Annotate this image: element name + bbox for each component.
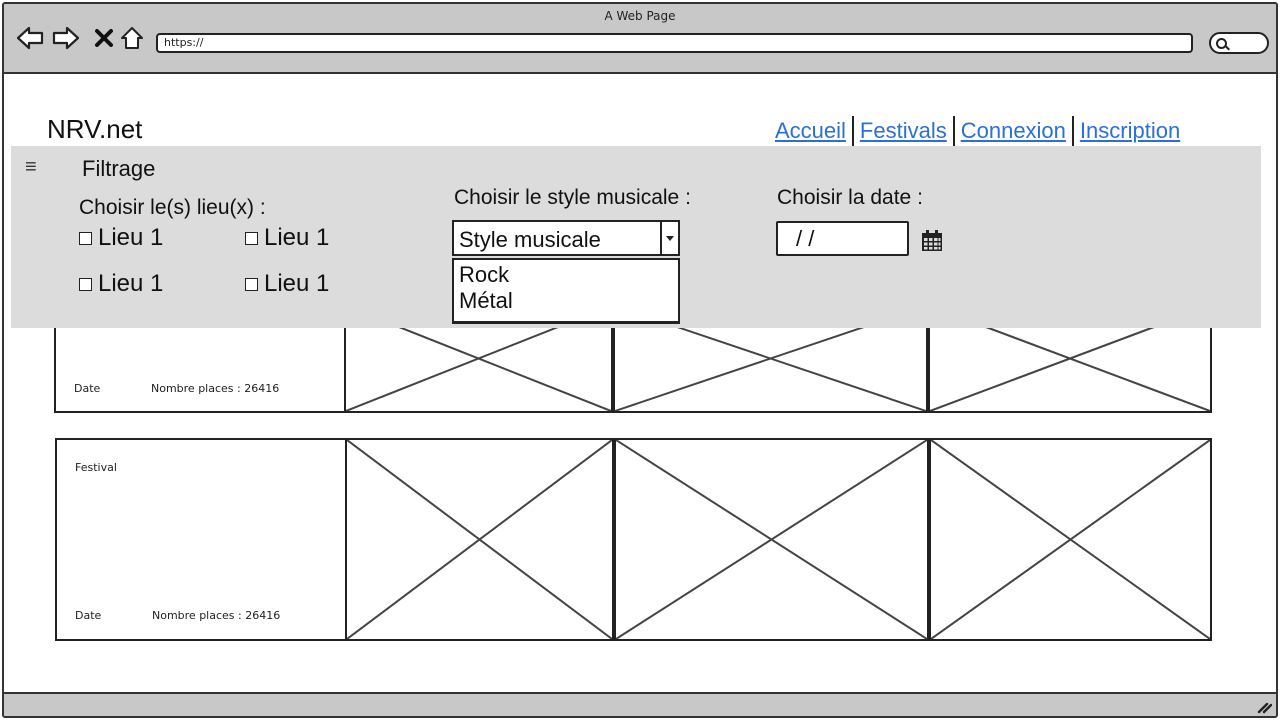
- checkbox-icon[interactable]: [79, 231, 92, 245]
- lieu-label: Lieu 1: [98, 224, 164, 251]
- style-option-metal[interactable]: Métal: [454, 288, 678, 314]
- hamburger-menu-icon[interactable]: ≡: [25, 156, 37, 179]
- image-placeholder: [345, 438, 614, 641]
- chevron-down-icon[interactable]: [660, 222, 678, 254]
- date-label: Choisir la date :: [777, 186, 923, 209]
- nav-separator: [851, 116, 854, 146]
- browser-titlebar: A Web Page https://: [4, 4, 1276, 74]
- lieu-checkbox[interactable]: Lieu 1: [79, 224, 163, 252]
- address-bar[interactable]: https://: [156, 33, 1193, 53]
- stop-button[interactable]: [90, 24, 118, 52]
- home-button[interactable]: [118, 24, 146, 52]
- lieu-label: Lieu 1: [264, 270, 330, 297]
- browser-window: A Web Page https:// NRV.net Accueil Fest…: [2, 2, 1278, 718]
- search-field[interactable]: [1209, 32, 1269, 54]
- forward-button[interactable]: [52, 24, 80, 52]
- lieu-checkbox[interactable]: Lieu 1: [245, 224, 329, 252]
- style-select[interactable]: Style musicale: [452, 220, 680, 256]
- nav-separator: [952, 116, 955, 146]
- nav-link-accueil[interactable]: Accueil: [771, 118, 850, 144]
- nav-link-festivals[interactable]: Festivals: [856, 118, 951, 144]
- window-title: A Web Page: [604, 9, 676, 23]
- lieu-label: Lieu 1: [264, 224, 330, 251]
- nav-link-connexion[interactable]: Connexion: [957, 118, 1070, 144]
- resize-grip-icon[interactable]: [1256, 700, 1272, 714]
- festival-places: Nombre places : 26416: [151, 382, 280, 395]
- filter-panel: ≡ Filtrage Choisir le(s) lieu(x) : Lieu …: [11, 146, 1261, 328]
- festival-card[interactable]: Festival Date Nombre places : 26416: [55, 438, 347, 641]
- festival-date: Date: [75, 609, 102, 622]
- arrow-left-icon: [16, 26, 44, 50]
- date-input[interactable]: / /: [776, 221, 909, 256]
- home-icon: [121, 27, 143, 49]
- image-placeholder: [929, 438, 1212, 641]
- lieu-checkbox[interactable]: Lieu 1: [79, 270, 163, 298]
- style-option-rock[interactable]: Rock: [454, 262, 678, 288]
- search-icon: [1216, 38, 1227, 49]
- style-dropdown-list: Rock Métal: [452, 258, 680, 324]
- lieux-label: Choisir le(s) lieu(x) :: [79, 196, 266, 219]
- top-navigation: Accueil Festivals Connexion Inscription: [771, 116, 1184, 146]
- style-label: Choisir le style musicale :: [454, 186, 691, 209]
- filter-title: Filtrage: [82, 156, 156, 181]
- lieu-checkbox[interactable]: Lieu 1: [245, 270, 329, 298]
- image-placeholder: [614, 438, 929, 641]
- nav-separator: [1071, 116, 1074, 146]
- back-button[interactable]: [16, 24, 44, 52]
- checkbox-icon[interactable]: [245, 277, 258, 291]
- close-icon: [95, 29, 113, 47]
- festival-title: Festival: [75, 461, 117, 474]
- checkbox-icon[interactable]: [79, 277, 92, 291]
- style-select-value: Style musicale: [459, 227, 601, 252]
- arrow-right-icon: [52, 26, 80, 50]
- calendar-icon[interactable]: [921, 230, 943, 252]
- festival-date: Date: [74, 382, 101, 395]
- browser-statusbar: [4, 692, 1276, 716]
- checkbox-icon[interactable]: [245, 231, 258, 245]
- site-logo[interactable]: NRV.net: [47, 114, 142, 145]
- festival-places: Nombre places : 26416: [152, 609, 281, 622]
- nav-link-inscription[interactable]: Inscription: [1076, 118, 1184, 144]
- lieu-label: Lieu 1: [98, 270, 164, 297]
